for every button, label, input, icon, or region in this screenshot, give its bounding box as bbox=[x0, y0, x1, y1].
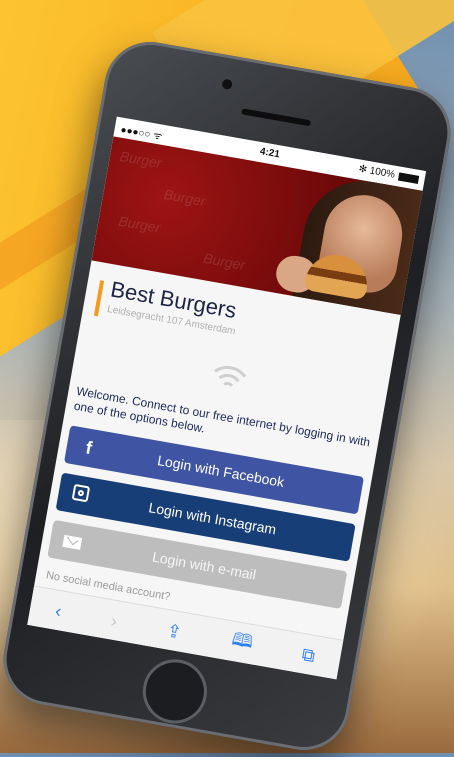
home-button[interactable] bbox=[137, 654, 212, 729]
battery-text: ✻ 100% bbox=[357, 163, 396, 181]
camera bbox=[221, 78, 233, 91]
wifi-icon bbox=[197, 357, 259, 416]
hero-doodle: Burger bbox=[162, 186, 207, 210]
facebook-icon: f bbox=[84, 436, 94, 458]
share-icon[interactable]: ⇪ bbox=[165, 620, 183, 643]
hero-doodle: Burger bbox=[117, 212, 162, 236]
back-icon[interactable]: ‹ bbox=[54, 600, 63, 622]
hero-doodle: Burger bbox=[202, 249, 247, 274]
instagram-icon bbox=[57, 481, 104, 509]
forward-icon[interactable]: › bbox=[109, 610, 118, 632]
hero-doodle: Burger bbox=[118, 147, 163, 171]
tabs-icon[interactable]: ⧉ bbox=[300, 644, 317, 667]
brand-accent-bar bbox=[93, 280, 105, 317]
screen: ●●●○○ ᯤ 4:21 ✻ 100% Burger Burger Burger… bbox=[27, 116, 427, 680]
mail-icon bbox=[49, 528, 96, 556]
speaker bbox=[241, 108, 312, 127]
bookmarks-icon[interactable]: 🕮 bbox=[229, 627, 255, 660]
